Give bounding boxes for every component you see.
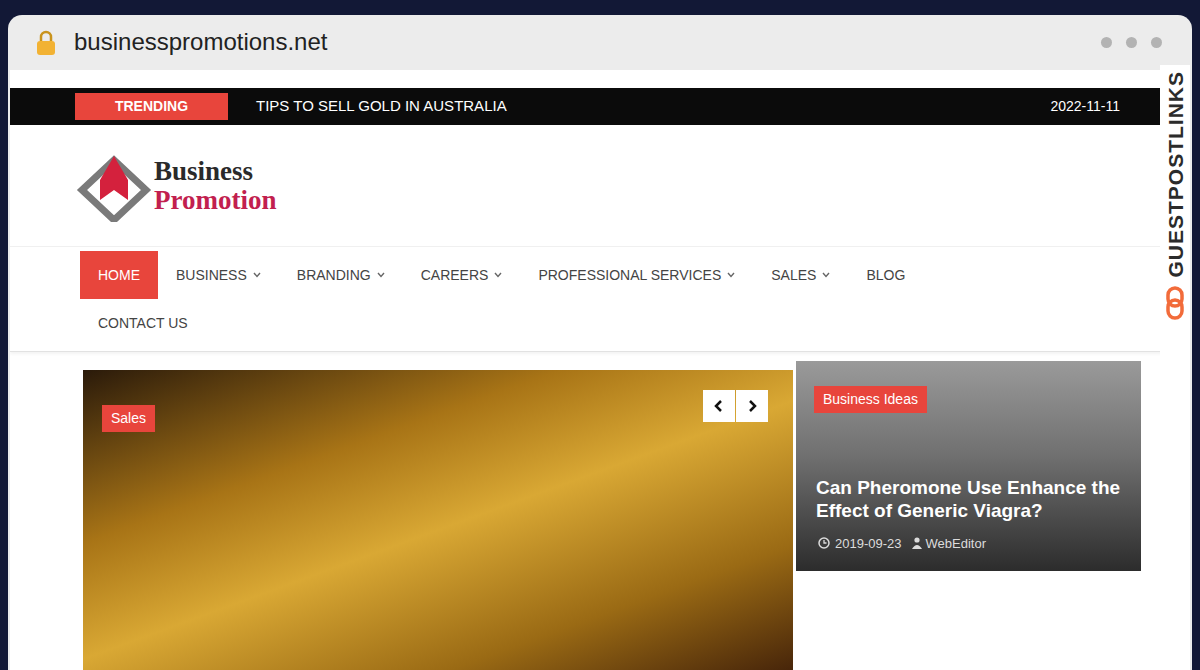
nav-item[interactable]: BLOG [848, 251, 923, 299]
nav-item[interactable]: BUSINESS [158, 251, 279, 299]
category-tag[interactable]: Business Ideas [814, 386, 927, 413]
nav-label[interactable]: PROFESSIONAL SERVICES [538, 266, 721, 284]
nav-item[interactable]: SALES [753, 251, 848, 299]
nav-label[interactable]: CAREERS [421, 266, 489, 284]
featured-slide[interactable]: Sales [83, 370, 793, 670]
browser-window: businesspromotions.net TRENDING TIPS TO … [8, 15, 1192, 670]
post-date: 2019-09-23 [835, 534, 902, 554]
post-title[interactable]: Can Pheromone Use Enhance the Effect of … [816, 476, 1125, 524]
link-icon [1165, 286, 1185, 320]
caret-icon [727, 272, 735, 278]
user-icon [912, 537, 922, 549]
logo-line2: Promotion [154, 186, 277, 214]
main-nav: HOME BUSINESS BRANDING CAREERS PROFESSIONAL … [10, 247, 960, 347]
prev-arrow-icon[interactable] [703, 390, 735, 422]
nav-item[interactable]: BRANDING [279, 251, 403, 299]
slider-area: Sales Business Ideas Can Pheromone Use E… [10, 370, 1190, 670]
caret-icon [822, 272, 830, 278]
side-post[interactable]: Business Ideas Can Pheromone Use Enhance… [796, 361, 1141, 571]
top-bar: TRENDING TIPS TO SELL GOLD IN AUSTRALIA … [10, 88, 1190, 125]
caret-icon [253, 272, 261, 278]
post-author[interactable]: WebEditor [926, 534, 986, 554]
nav-label[interactable]: BUSINESS [176, 266, 247, 284]
control-dot-icon[interactable] [1126, 37, 1137, 48]
nav-label[interactable]: BLOG [866, 266, 905, 284]
category-tag[interactable]: Sales [102, 405, 155, 432]
date: 2022-11-11 [1050, 96, 1120, 117]
trending-link[interactable]: TIPS TO SELL GOLD IN AUSTRALIA [256, 95, 507, 118]
trending-label: TRENDING [75, 93, 228, 120]
next-arrow-icon[interactable] [736, 390, 768, 422]
url-text[interactable]: businesspromotions.net [74, 28, 327, 57]
logo-line1: Business [154, 157, 277, 185]
logo-icon [76, 150, 152, 222]
logo[interactable]: Business Promotion [10, 125, 1190, 247]
address-bar[interactable]: businesspromotions.net [8, 15, 1192, 70]
nav-label[interactable]: CONTACT US [98, 314, 188, 332]
window-controls [1101, 37, 1162, 48]
control-dot-icon[interactable] [1151, 37, 1162, 48]
nav-label[interactable]: HOME [98, 266, 140, 284]
caret-icon [494, 272, 502, 278]
watermark: GUESTPOSTLINKS [1160, 65, 1190, 365]
control-dot-icon[interactable] [1101, 37, 1112, 48]
nav-item[interactable]: PROFESSIONAL SERVICES [520, 251, 753, 299]
lock-icon [36, 30, 58, 56]
nav-item[interactable]: HOME [80, 251, 158, 299]
nav-label[interactable]: SALES [771, 266, 816, 284]
nav-label[interactable]: BRANDING [297, 266, 371, 284]
clock-icon [818, 537, 830, 549]
nav-item[interactable]: CAREERS [403, 251, 521, 299]
web-page: TRENDING TIPS TO SELL GOLD IN AUSTRALIA … [10, 70, 1190, 670]
nav-item[interactable]: CONTACT US [80, 299, 206, 347]
caret-icon [377, 272, 385, 278]
watermark-text: GUESTPOSTLINKS [1165, 71, 1186, 278]
